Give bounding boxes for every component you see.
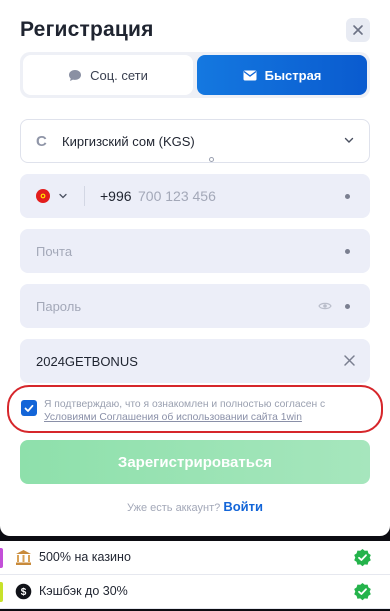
accent-stripe [0, 548, 3, 568]
casino-building-icon [16, 550, 31, 565]
currency-value: Киргизский сом (KGS) [62, 133, 195, 149]
terms-link[interactable]: Условиями Соглашения об использовании са… [44, 412, 302, 423]
password-placeholder: Пароль [36, 298, 82, 314]
tab-social-label: Соц. сети [90, 67, 148, 83]
register-button[interactable]: Зарегистрироваться [20, 440, 370, 484]
list-item: 500% на казино [0, 541, 390, 575]
resize-handle [209, 157, 214, 162]
chat-bubble-icon [69, 69, 82, 81]
bonus-list: 500% на казино $ Кэшбэк до 30% [0, 541, 390, 609]
close-button[interactable] [346, 18, 370, 42]
chevron-down-icon [344, 137, 354, 143]
consent-text: Я подтверждаю, что я ознакомлен и полнос… [44, 398, 380, 424]
close-icon[interactable] [343, 354, 356, 367]
cashback-coin-icon: $ [15, 583, 32, 600]
verified-check-icon [354, 583, 371, 601]
checkmark-icon [24, 404, 34, 412]
svg-text:$: $ [21, 587, 27, 598]
divider [84, 186, 85, 206]
email-placeholder: Почта [36, 243, 73, 259]
registration-tabs: Соц. сети Быстрая [20, 52, 370, 98]
tab-fast[interactable]: Быстрая [197, 55, 367, 95]
consent-statement: Я подтверждаю, что я ознакомлен и полнос… [44, 399, 326, 410]
consent-checkbox[interactable] [21, 400, 37, 416]
envelope-icon [243, 70, 257, 80]
page-title: Регистрация [20, 18, 154, 41]
chevron-down-icon[interactable] [58, 191, 68, 201]
bonus-casino-label: 500% на казино [39, 550, 131, 564]
sun-icon [40, 193, 46, 199]
required-dot-icon [345, 249, 350, 254]
registration-modal: Регистрация Соц. сети Быстрая С Киргизск… [0, 0, 390, 536]
required-dot-icon [345, 304, 350, 309]
promo-code-value: 2024GETBONUS [36, 353, 138, 369]
close-icon [353, 25, 363, 35]
phone-code: +996 [100, 188, 132, 204]
phone-field[interactable]: +996 700 123 456 [20, 174, 370, 218]
eye-icon[interactable] [318, 300, 332, 312]
kyrgyzstan-flag-icon[interactable] [36, 189, 50, 203]
login-prompt: Уже есть аккаунт? [126, 502, 221, 514]
bonus-cashback-label: Кэшбэк до 30% [39, 584, 128, 598]
tab-fast-label: Быстрая [264, 67, 322, 83]
consent-highlight: Я подтверждаю, что я ознакомлен и полнос… [7, 385, 383, 433]
phone-placeholder: 700 123 456 [138, 188, 216, 204]
currency-select[interactable]: С Киргизский сом (KGS) [20, 119, 370, 163]
login-row: Уже есть аккаунт? Войти [0, 499, 390, 514]
login-link[interactable]: Войти [223, 499, 263, 514]
tab-social[interactable]: Соц. сети [23, 55, 193, 95]
currency-symbol: С [36, 132, 47, 150]
password-field[interactable]: Пароль [20, 284, 370, 328]
verified-check-icon [354, 549, 371, 567]
promo-code-field[interactable]: 2024GETBONUS [20, 339, 370, 383]
email-field[interactable]: Почта [20, 229, 370, 273]
list-item: $ Кэшбэк до 30% [0, 575, 390, 609]
required-dot-icon [345, 194, 350, 199]
accent-stripe [0, 582, 3, 602]
